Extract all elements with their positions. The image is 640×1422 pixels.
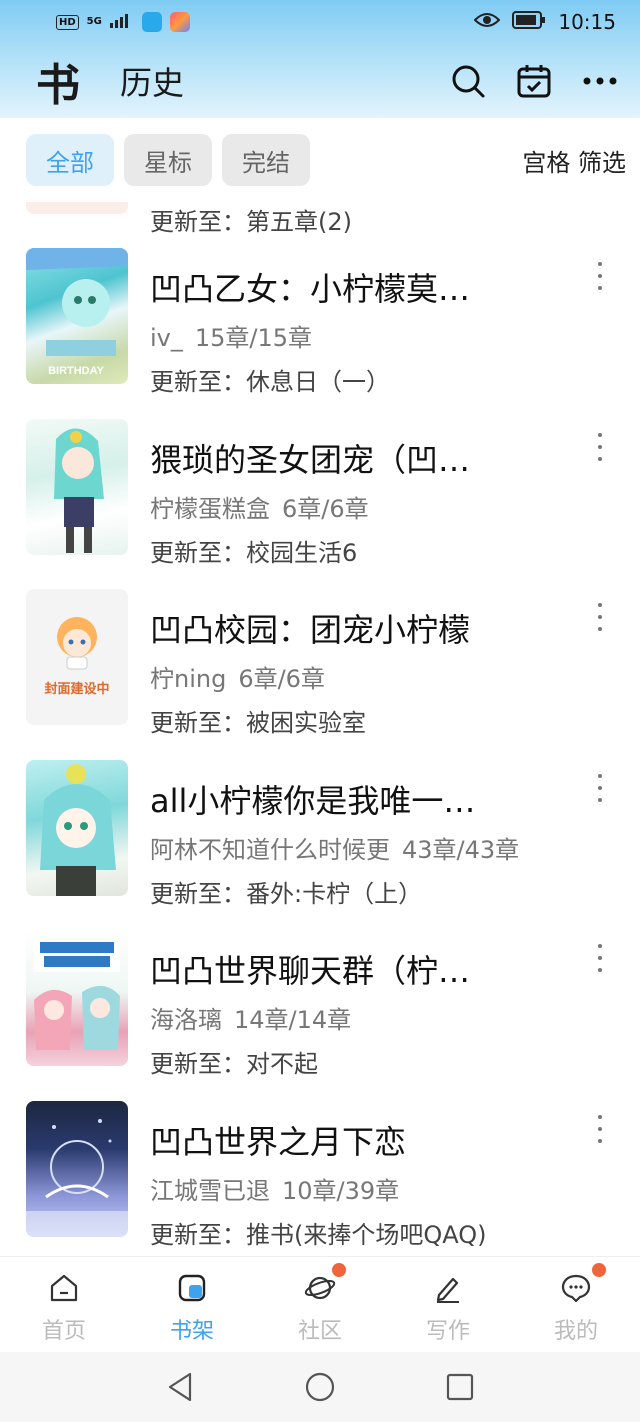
book-author: 海洛璃 (150, 1006, 222, 1034)
book-author: 柠ning (150, 665, 227, 693)
list-item[interactable]: 凹凸世界聊天群（柠… 海洛璃 14章/14章 更新至：对不起 (0, 924, 640, 1095)
planet-icon (303, 1271, 337, 1305)
list-item[interactable]: 猥琐的圣女团宠（凹… 柠檬蛋糕盒 6章/6章 更新至：校园生活6 (0, 413, 640, 584)
book-update: 更新至：番外:卡柠（上） (150, 879, 423, 908)
book-title: 凹凸世界之月下恋 (150, 1122, 407, 1161)
header: 书 历史 (0, 44, 640, 118)
list-item[interactable]: all小柠檬你是我唯一… 阿林不知道什么时候更 43章/43章 更新至：番外:卡柠… (0, 754, 640, 925)
filter-starred-chip[interactable]: 星标 (124, 134, 212, 186)
book-author: iv_ (150, 324, 183, 352)
book-chapters: 43章/43章 (402, 835, 520, 864)
book-chapters: 15章/15章 (194, 324, 313, 352)
book-title: 猥琐的圣女团宠（凹… (150, 440, 471, 479)
bottom-tab-bar: 首页 书架 社区 写作 我的 (0, 1256, 640, 1352)
item-more-icon[interactable] (590, 944, 610, 972)
book-update: 更新至：第五章(2) (150, 208, 352, 236)
svg-text:BIRTHDAY: BIRTHDAY (48, 365, 104, 377)
book-cover (26, 930, 128, 1066)
book-meta: 江城雪已退 10章/39章 (150, 1171, 399, 1206)
calendar-check-icon[interactable] (514, 61, 554, 101)
status-bar: HD 5G 10:15 (0, 0, 640, 44)
back-icon[interactable] (160, 1367, 200, 1407)
notification-dot (592, 1263, 606, 1277)
search-icon[interactable] (448, 61, 488, 101)
book-title: all小柠檬你是我唯一… (150, 781, 476, 820)
book-meta: iv_ 15章/15章 (150, 318, 312, 353)
filter-all-chip[interactable]: 全部 (26, 134, 114, 186)
chat-bubble-icon (559, 1271, 593, 1305)
page-title: 书 (36, 60, 80, 111)
eye-icon (473, 11, 501, 34)
book-update: 更新至：被困实验室 (150, 709, 366, 737)
cover-placeholder-label: 封面建设中 (44, 682, 110, 697)
book-cover: 封面建设中 (26, 589, 128, 725)
book-cover: BIRTHDAY (26, 248, 128, 384)
tab-label: 书架 (169, 1319, 214, 1344)
list-item[interactable]: BIRTHDAY 凹凸乙女：小柠檬莫… iv_ 15章/15章 更新至：休息日（一… (0, 242, 640, 413)
item-more-icon[interactable] (590, 262, 610, 290)
book-list: 更新至：第五章(2) BIRTHDAY 凹凸乙女：小柠檬莫… iv_ 15章/15… (0, 202, 640, 1256)
tab-label: 首页 (41, 1319, 86, 1344)
book-title: 凹凸乙女：小柠檬莫… (150, 270, 471, 308)
tab-home[interactable]: 首页 (0, 1257, 128, 1352)
book-update: 更新至：对不起 (150, 1050, 318, 1078)
tab-mine[interactable]: 我的 (512, 1257, 640, 1352)
book-meta: 阿林不知道什么时候更 43章/43章 (150, 830, 519, 865)
recents-square-icon[interactable] (440, 1367, 480, 1407)
tab-write[interactable]: 写作 (384, 1257, 512, 1352)
app-notification-icon (169, 12, 190, 32)
system-nav-bar (0, 1352, 640, 1422)
item-more-icon[interactable] (590, 773, 610, 802)
book-title: 凹凸校园：团宠小柠檬 (150, 611, 471, 649)
book-title: 凹凸世界聊天群（柠… (150, 952, 471, 990)
network-indicator: 5G (86, 16, 102, 27)
tab-label: 写作 (425, 1319, 470, 1344)
book-cover (26, 202, 128, 214)
home-circle-icon[interactable] (300, 1367, 340, 1407)
battery-icon (512, 10, 546, 34)
book-update: 更新至：推书(来捧个场吧QAQ) (150, 1220, 487, 1249)
book-update: 更新至：校园生活6 (150, 538, 358, 567)
filter-finished-chip[interactable]: 完结 (222, 134, 310, 186)
hd-badge: HD (56, 14, 79, 30)
signal-icon (109, 12, 134, 33)
list-item[interactable]: 更新至：第五章(2) (0, 202, 640, 242)
list-item[interactable]: 封面建设中 凹凸校园：团宠小柠檬 柠ning 6章/6章 更新至：被困实验室 (0, 583, 640, 754)
bookshelf-icon (175, 1271, 209, 1305)
tab-bookshelf[interactable]: 书架 (128, 1257, 256, 1352)
item-more-icon[interactable] (590, 1114, 610, 1143)
book-author: 江城雪已退 (150, 1176, 270, 1205)
book-meta: 柠檬蛋糕盒 6章/6章 (150, 489, 369, 524)
book-meta: 柠ning 6章/6章 (150, 659, 325, 694)
book-cover (26, 759, 128, 896)
tab-label: 我的 (553, 1319, 598, 1344)
filter-bar: 全部 星标 完结 宫格 筛选 (0, 118, 640, 202)
more-icon[interactable] (580, 61, 620, 101)
pen-icon (431, 1271, 465, 1305)
book-update: 更新至：休息日（一） (150, 368, 390, 396)
app-notification-icon (141, 12, 162, 32)
book-cover (26, 418, 128, 555)
book-cover (26, 1100, 128, 1237)
book-chapters: 14章/14章 (234, 1006, 352, 1034)
history-tab[interactable]: 历史 (120, 58, 184, 104)
home-icon (47, 1271, 81, 1305)
notification-dot (332, 1263, 346, 1277)
list-item[interactable]: 凹凸世界之月下恋 江城雪已退 10章/39章 更新至：推书(来捧个场吧QAQ) (0, 1095, 640, 1257)
book-author: 阿林不知道什么时候更 (150, 835, 390, 864)
book-author: 柠檬蛋糕盒 (150, 494, 270, 523)
item-more-icon[interactable] (590, 432, 610, 461)
tab-community[interactable]: 社区 (256, 1257, 384, 1352)
item-more-icon[interactable] (590, 603, 610, 631)
grid-filter-button[interactable]: 宫格 筛选 (522, 143, 626, 178)
book-meta: 海洛璃 14章/14章 (150, 1000, 351, 1035)
book-chapters: 6章/6章 (238, 665, 325, 693)
book-chapters: 10章/39章 (282, 1176, 400, 1205)
clock: 10:15 (558, 10, 616, 34)
tab-label: 社区 (297, 1319, 342, 1344)
book-chapters: 6章/6章 (282, 494, 369, 523)
